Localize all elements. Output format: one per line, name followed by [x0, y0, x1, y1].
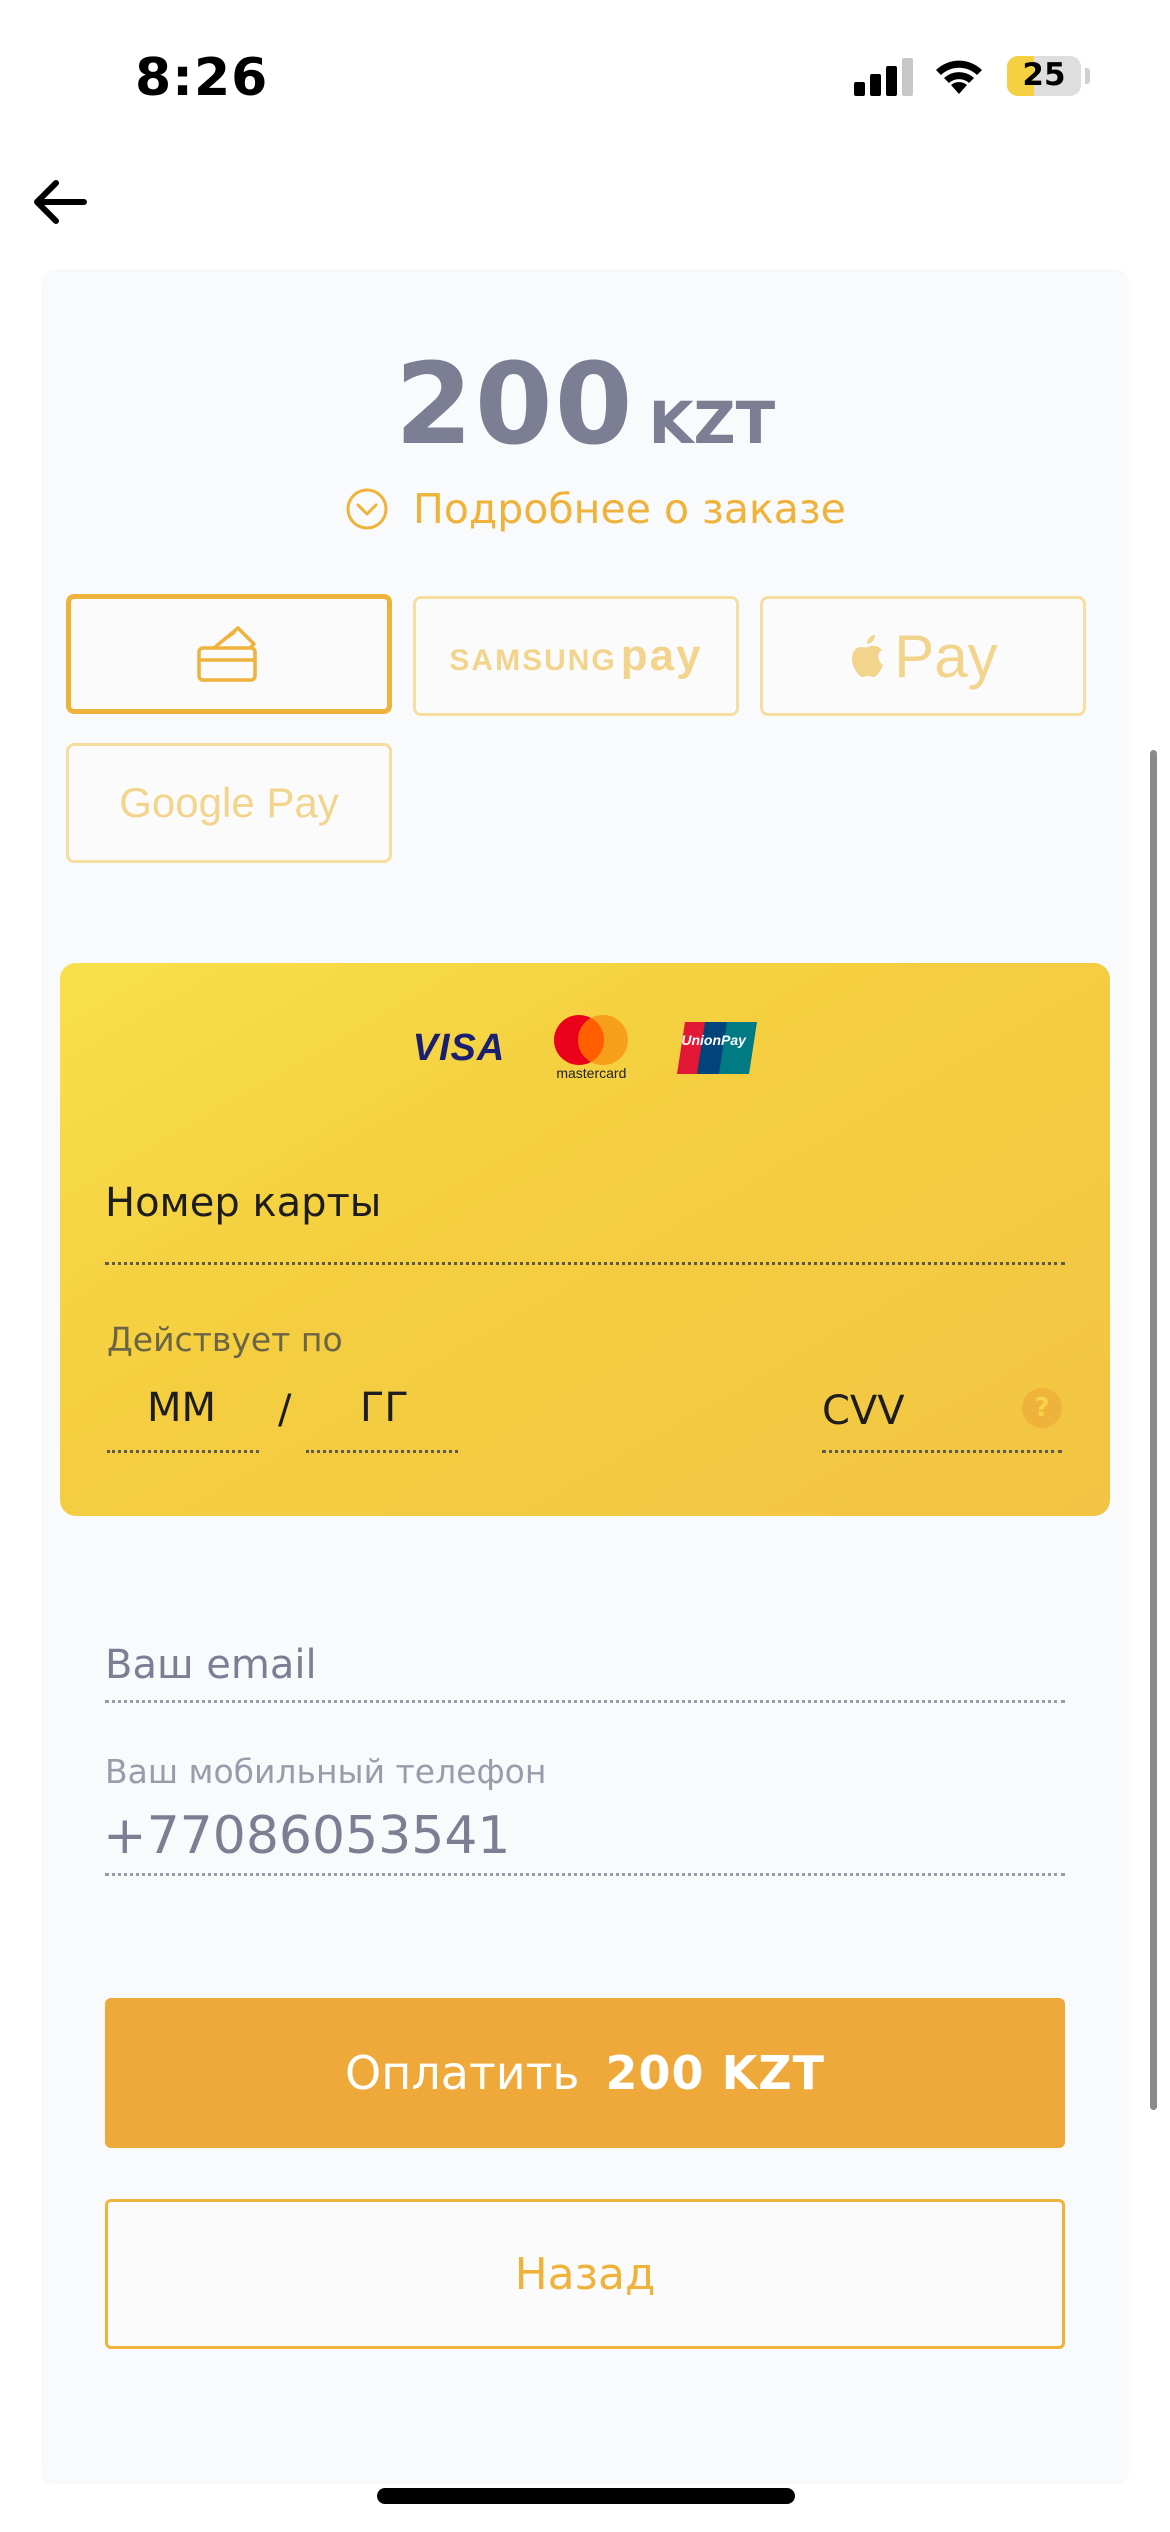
- google-pay-label: Google Pay: [119, 779, 339, 826]
- phone-input[interactable]: +77086053541: [103, 1806, 511, 1866]
- email-underline: [105, 1700, 1065, 1703]
- unionpay-wordmark: UnionPay: [681, 1032, 746, 1048]
- chevron-down-circle-icon: [346, 488, 388, 530]
- amount-currency: KZT: [648, 389, 776, 457]
- cellular-signal-icon: [854, 58, 914, 96]
- back-button-label: Назад: [514, 2248, 656, 2300]
- home-indicator[interactable]: [377, 2488, 795, 2504]
- unionpay-logo: UnionPay: [677, 1022, 758, 1074]
- valid-thru-label: Действует по: [107, 1320, 343, 1359]
- cvv-help-icon[interactable]: ?: [1022, 1388, 1062, 1428]
- card-number-underline: [105, 1262, 1065, 1265]
- expiry-month-underline: [107, 1450, 259, 1453]
- visa-logo: VISA: [412, 1026, 506, 1069]
- samsung-pay-logo: SAMSUNGpay: [449, 631, 703, 680]
- phone-label: Ваш мобильный телефон: [105, 1752, 547, 1791]
- pay-button[interactable]: Оплатить 200 KZT: [105, 1998, 1065, 2148]
- card-number-input[interactable]: Номер карты: [105, 1180, 381, 1226]
- google-pay-button[interactable]: Google Pay: [66, 743, 392, 863]
- phone-underline: [105, 1873, 1065, 1876]
- expiry-year-underline: [306, 1450, 458, 1453]
- order-amount: 200 KZT: [0, 340, 1170, 470]
- apple-icon: [852, 635, 884, 678]
- expiry-month-input[interactable]: ММ: [147, 1385, 216, 1431]
- pay-button-label: Оплатить: [345, 2046, 580, 2100]
- card-form: VISA mastercard UnionPay: [60, 963, 1110, 1516]
- card-payment-button[interactable]: [66, 594, 392, 714]
- status-time: 8:26: [135, 48, 269, 108]
- pay-button-amount: 200 KZT: [605, 2046, 825, 2100]
- amount-value: 200: [394, 340, 635, 470]
- status-bar: 8:26 25: [0, 0, 1170, 150]
- cvv-underline: [822, 1450, 1062, 1453]
- battery-icon: 25: [1007, 56, 1081, 96]
- expiry-year-input[interactable]: ГГ: [360, 1385, 409, 1431]
- samsung-pay-button[interactable]: SAMSUNGpay: [413, 596, 739, 716]
- back-arrow-icon[interactable]: [28, 170, 92, 234]
- mastercard-wordmark: mastercard: [556, 1065, 627, 1081]
- card-edit-icon: [197, 626, 257, 682]
- email-input[interactable]: Ваш email: [105, 1642, 317, 1688]
- apple-pay-button[interactable]: Pay: [760, 596, 1086, 716]
- card-brand-logos: VISA mastercard UnionPay: [60, 1013, 1110, 1083]
- order-details-link[interactable]: Подробнее о заказе: [345, 484, 846, 534]
- expiry-separator: /: [278, 1387, 292, 1433]
- cvv-input[interactable]: CVV: [822, 1388, 905, 1434]
- order-details-label: Подробнее о заказе: [413, 485, 846, 533]
- mastercard-logo: mastercard: [549, 1013, 633, 1083]
- battery-level: 25: [1022, 57, 1066, 93]
- wifi-icon: [936, 60, 982, 94]
- scrollbar[interactable]: [1150, 750, 1157, 2110]
- back-button[interactable]: Назад: [105, 2199, 1065, 2349]
- battery-nub: [1085, 68, 1090, 84]
- apple-pay-logo: Pay: [848, 622, 998, 691]
